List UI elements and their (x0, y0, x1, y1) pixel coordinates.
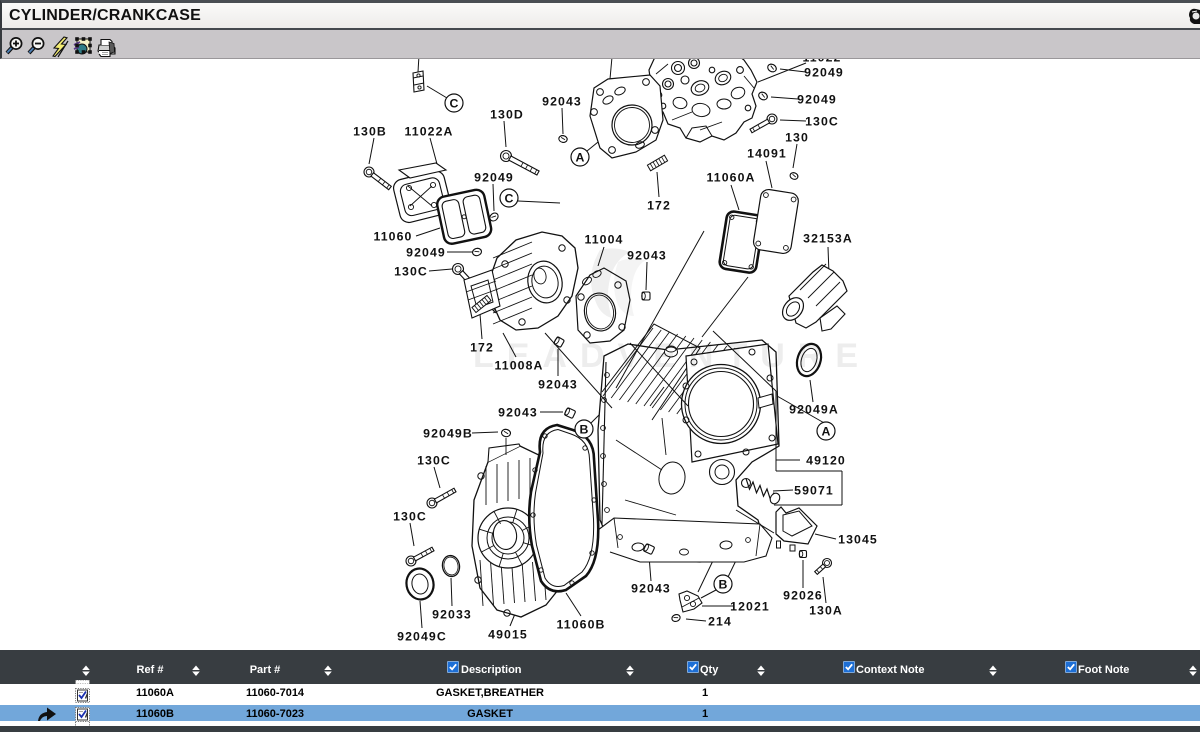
svg-text:92043: 92043 (631, 581, 671, 595)
svg-text:130C: 130C (805, 114, 839, 128)
svg-text:92033: 92033 (432, 607, 472, 621)
svg-text:92043: 92043 (542, 94, 582, 108)
svg-text:130C: 130C (393, 509, 427, 523)
svg-text:172: 172 (470, 340, 494, 354)
svg-text:92049A: 92049A (789, 402, 839, 416)
svg-text:92043: 92043 (498, 405, 538, 419)
svg-text:49015: 49015 (488, 627, 528, 641)
svg-text:59071: 59071 (794, 483, 834, 497)
svg-text:130C: 130C (417, 453, 451, 467)
svg-text:C: C (450, 96, 459, 110)
svg-text:11004: 11004 (584, 232, 623, 246)
svg-text:130: 130 (785, 130, 809, 144)
svg-text:92026: 92026 (783, 588, 823, 602)
svg-text:130C: 130C (394, 264, 428, 278)
svg-text:A: A (822, 424, 831, 438)
svg-text:C: C (505, 191, 514, 205)
svg-text:32153A: 32153A (803, 231, 853, 245)
svg-text:11022A: 11022A (405, 124, 454, 138)
svg-text:B: B (580, 422, 589, 436)
svg-text:A: A (576, 150, 585, 164)
svg-text:92043: 92043 (538, 377, 578, 391)
svg-text:130B: 130B (353, 124, 387, 138)
svg-text:11008A: 11008A (495, 358, 544, 372)
svg-text:12021: 12021 (730, 599, 770, 613)
svg-text:11060A: 11060A (707, 170, 756, 184)
svg-text:172: 172 (647, 198, 671, 212)
svg-text:130A: 130A (809, 603, 843, 617)
svg-text:92049: 92049 (804, 65, 844, 79)
svg-text:92049C: 92049C (397, 629, 447, 643)
svg-text:130D: 130D (490, 107, 524, 121)
svg-text:14091: 14091 (747, 146, 787, 160)
svg-text:92049: 92049 (406, 245, 446, 259)
svg-text:92043: 92043 (627, 248, 667, 262)
svg-text:13045: 13045 (838, 532, 878, 546)
svg-text:214: 214 (708, 614, 732, 628)
svg-text:49120: 49120 (806, 453, 846, 467)
svg-text:B: B (719, 577, 728, 591)
svg-text:92049B: 92049B (423, 426, 473, 440)
svg-text:92049: 92049 (797, 92, 837, 106)
svg-text:11060: 11060 (373, 229, 412, 243)
svg-text:92049: 92049 (474, 170, 514, 184)
svg-text:11060B: 11060B (557, 617, 606, 631)
